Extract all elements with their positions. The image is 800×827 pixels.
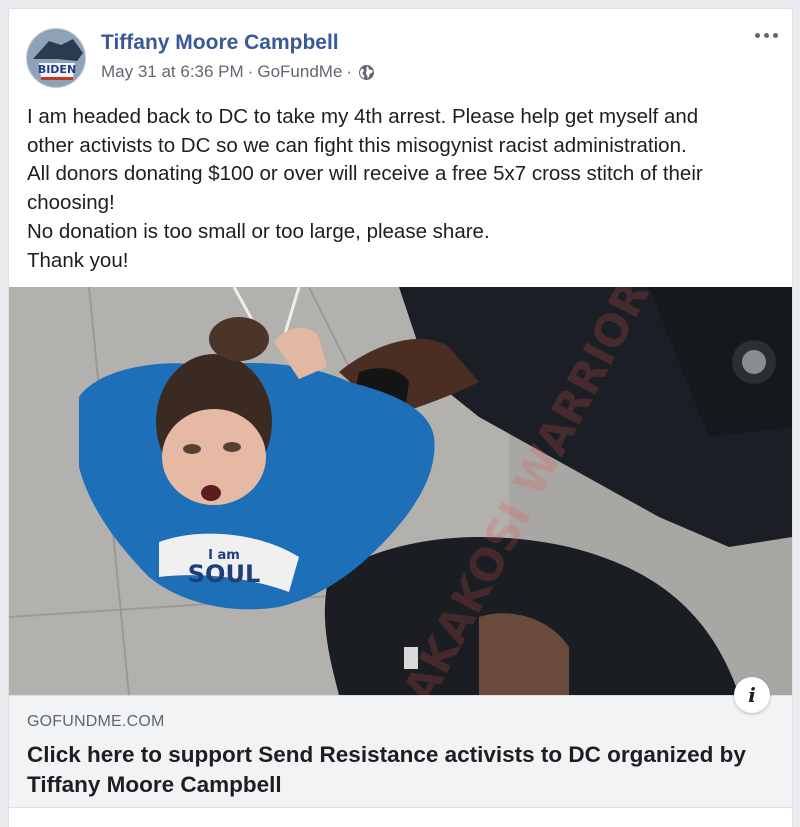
meta-separator-2: · bbox=[346, 62, 353, 81]
link-preview[interactable]: GOFUNDME.COM Click here to support Send … bbox=[9, 695, 792, 808]
meta-separator: · bbox=[247, 62, 254, 81]
post-message: I am headed back to DC to take my 4th ar… bbox=[27, 103, 777, 275]
post-text-line: All donors donating $100 or over will re… bbox=[27, 162, 703, 186]
post-header: BIDEN Tiffany Moore Campbell May 31 at 6… bbox=[9, 9, 792, 89]
post-text-line: Thank you! bbox=[27, 248, 129, 272]
link-title[interactable]: Click here to support Send Resistance ac… bbox=[27, 740, 782, 800]
author-name-link[interactable]: Tiffany Moore Campbell bbox=[101, 31, 339, 55]
avatar-image: BIDEN bbox=[27, 29, 85, 87]
avatar-label: BIDEN bbox=[38, 63, 76, 76]
link-domain: GOFUNDME.COM bbox=[27, 713, 165, 730]
post-text-line: I am headed back to DC to take my 4th ar… bbox=[27, 105, 699, 128]
post-photo[interactable]: I am SOUL AKAKOSI WARRIOR 2.0M bbox=[9, 287, 792, 695]
avatar[interactable]: BIDEN bbox=[26, 28, 86, 88]
post-text-line: choosing! bbox=[27, 191, 115, 215]
post-footer bbox=[9, 807, 792, 827]
photo-illustration: I am SOUL AKAKOSI WARRIOR 2.0M bbox=[9, 287, 792, 695]
post-text-line: No donation is too small or too large, p… bbox=[27, 219, 490, 243]
app-name-link[interactable]: GoFundMe bbox=[257, 62, 342, 82]
post-meta: May 31 at 6:36 PM · GoFundMe · bbox=[101, 62, 375, 82]
info-icon[interactable]: i bbox=[734, 677, 770, 713]
post-text-line: other activists to DC so we can fight th… bbox=[27, 133, 687, 157]
more-options-icon[interactable] bbox=[752, 27, 780, 43]
post-timestamp-link[interactable]: May 31 at 6:36 PM bbox=[101, 62, 244, 82]
shirt-text-large: SOUL bbox=[188, 560, 260, 588]
globe-icon[interactable] bbox=[358, 64, 375, 81]
post-card: BIDEN Tiffany Moore Campbell May 31 at 6… bbox=[8, 8, 793, 827]
